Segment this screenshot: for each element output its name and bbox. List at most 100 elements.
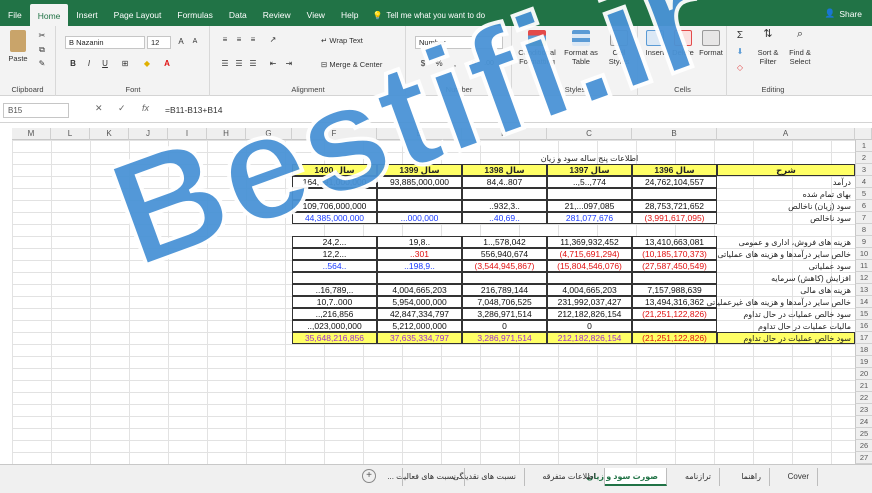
sheet-tab[interactable]: صورت سود و زیان [587,468,667,486]
align-top-icon[interactable]: ≡ [219,34,231,46]
row-header-9[interactable]: 9 [855,236,872,248]
table-cell[interactable]: (10,185,170,373) [632,248,717,260]
table-cell[interactable]: ..,5..,774 [547,176,632,188]
table-cell[interactable] [292,272,377,284]
row-label-cell[interactable]: سود خالص عملیات در حال تداوم [717,332,855,344]
table-cell[interactable] [377,272,462,284]
row-header-4[interactable]: 4 [855,176,872,188]
row-header-26[interactable]: 26 [855,440,872,452]
table-cell[interactable]: 1..,578,042 [462,236,547,248]
table-cell[interactable]: 231,992,037,427 [547,296,632,308]
header-cell[interactable]: سال 1396 [632,164,717,176]
table-cell[interactable]: (3,544,945,867) [462,260,547,272]
table-cell[interactable]: 7,048,706,525 [462,296,547,308]
table-cell[interactable]: 35,648,216,856 [292,332,377,344]
ribbon-tab-formulas[interactable]: Formulas [169,4,220,26]
find-select-button[interactable]: ⌕ Find & Select [784,29,816,67]
clear-icon[interactable]: ◇ [734,62,746,74]
share-button[interactable]: 👤 Share [825,8,862,19]
table-cell[interactable] [547,188,632,200]
row-header-6[interactable]: 6 [855,200,872,212]
format-painter-icon[interactable]: ✎ [36,58,48,70]
table-cell[interactable]: ..198,9.. [377,260,462,272]
sheet-tab[interactable]: اطلاعات متفرقه [525,468,605,486]
table-cell[interactable]: 7,157,988,639 [632,284,717,296]
table-cell[interactable] [462,188,547,200]
font-size-field[interactable]: 12 [147,36,171,49]
table-cell[interactable]: 13,410,663,081 [632,236,717,248]
autosum-icon[interactable]: Σ [734,30,746,42]
table-cell[interactable]: 21,...097,085 [547,200,632,212]
table-cell[interactable] [547,272,632,284]
table-cell[interactable]: ..301 [377,248,462,260]
column-header-M[interactable]: M [12,128,51,140]
table-cell[interactable]: (15,804,546,076) [547,260,632,272]
table-cell[interactable]: 24,762,104,557 [632,176,717,188]
table-cell[interactable]: 4,004,665,203 [377,284,462,296]
ribbon-tab-file[interactable]: File [0,4,30,26]
enter-icon[interactable]: ✓ [118,103,126,114]
table-cell[interactable]: 4,004,665,203 [547,284,632,296]
align-center-icon[interactable]: ☰ [233,58,245,70]
table-cell[interactable]: ..,216,856 [292,308,377,320]
row-header-3[interactable]: 3 [855,164,872,176]
table-cell[interactable]: (4,715,691,294) [547,248,632,260]
header-cell[interactable]: سال 1397 [547,164,632,176]
table-cell[interactable]: (27,587,450,549) [632,260,717,272]
sheet-tab[interactable]: نسبت های فعالیت [396,468,465,486]
cut-icon[interactable]: ✂ [36,30,48,42]
table-cell[interactable]: ..564.. [292,260,377,272]
sheet-tab[interactable]: نسبت های نقدینگی [453,468,525,486]
ribbon-tab-page-layout[interactable]: Page Layout [106,4,170,26]
fill-icon[interactable]: ⬇ [734,46,746,58]
table-cell[interactable]: (21,251,122,826) [632,308,717,320]
table-cell[interactable]: 212,182,826,154 [547,332,632,344]
align-right-icon[interactable]: ☰ [247,58,259,70]
table-cell[interactable]: 42,847,334,797 [377,308,462,320]
underline-button[interactable]: U [99,58,111,70]
header-cell[interactable]: شرح [717,164,855,176]
row-header-1[interactable]: 1 [855,140,872,152]
row-header-2[interactable]: 2 [855,152,872,164]
column-header-L[interactable]: L [51,128,90,140]
row-label-cell[interactable]: افزایش (کاهش) سرمایه [717,272,855,284]
font-name-field[interactable]: B Nazanin [65,36,145,49]
table-cell[interactable]: ..932,3.. [462,200,547,212]
row-label-cell[interactable]: درآمد [717,176,855,188]
table-cell[interactable]: (3,991,617,095) [632,212,717,224]
table-cell[interactable]: 0 [462,320,547,332]
ribbon-tab-home[interactable]: Home [29,4,69,26]
sort-filter-button[interactable]: ⇅ Sort & Filter [752,29,784,67]
paste-button[interactable]: Paste [5,30,31,63]
table-cell[interactable]: 11,369,932,452 [547,236,632,248]
insert-function-icon[interactable]: fx [142,103,149,113]
row-header-14[interactable]: 14 [855,296,872,308]
table-cell[interactable]: ..40,69.. [462,212,547,224]
column-header-A[interactable]: A [717,128,855,140]
table-cell[interactable]: 10,7..000 [292,296,377,308]
ribbon-tab-help[interactable]: Help [333,4,366,26]
row-label-cell[interactable]: مالیات عملیات در حال تداوم [717,320,855,332]
row-header-7[interactable]: 7 [855,212,872,224]
row-label-cell[interactable]: خالص سایر درآمدها و هزینه های عملیاتی [717,248,855,260]
table-cell[interactable]: 3,286,971,514 [462,332,547,344]
row-header-21[interactable]: 21 [855,380,872,392]
ribbon-tab-review[interactable]: Review [255,4,299,26]
bold-button[interactable]: B [67,58,79,70]
row-label-cell[interactable]: سود خالص عملیات در حال تداوم [717,308,855,320]
row-header-27[interactable]: 27 [855,452,872,464]
table-cell[interactable]: ..,023,000,000 [292,320,377,332]
row-header-18[interactable]: 18 [855,344,872,356]
row-label-cell[interactable]: خالص سایر درآمدها و هزینه های غیرعملیاتی [706,296,855,308]
table-cell[interactable]: 0 [547,320,632,332]
table-cell[interactable]: (21,251,122,826) [632,332,717,344]
row-header-19[interactable]: 19 [855,356,872,368]
ribbon-tab-view[interactable]: View [299,4,333,26]
copy-icon[interactable]: ⧉ [36,44,48,56]
table-cell[interactable]: 12,2... [292,248,377,260]
row-header-22[interactable]: 22 [855,392,872,404]
row-header-16[interactable]: 16 [855,320,872,332]
table-cell[interactable]: 37,635,334,797 [377,332,462,344]
row-header-5[interactable]: 5 [855,188,872,200]
table-cell[interactable]: ...000,000 [377,212,462,224]
